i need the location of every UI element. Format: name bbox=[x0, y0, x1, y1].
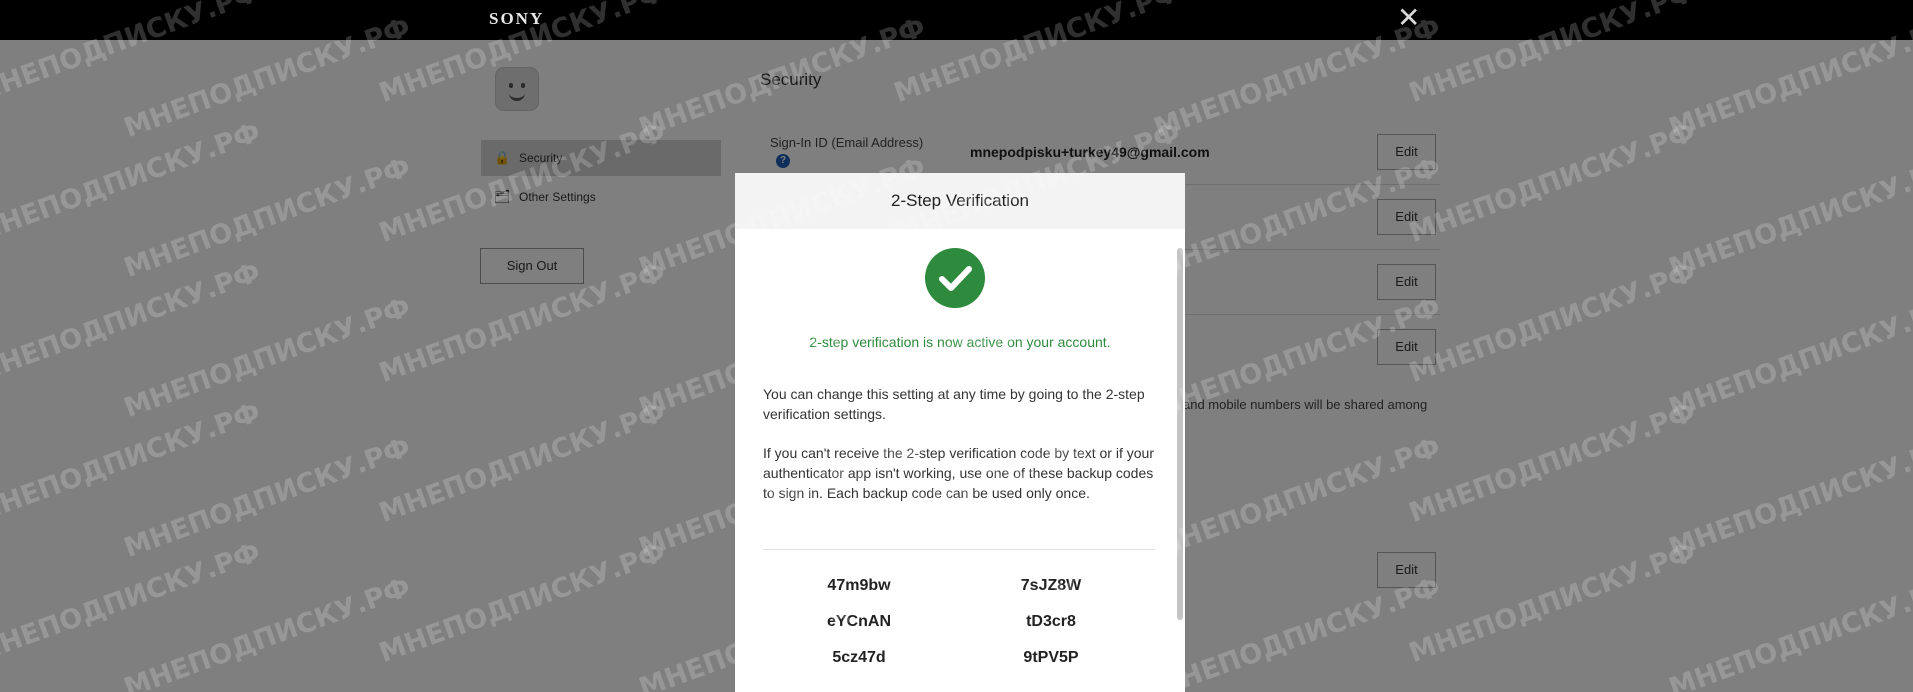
backup-code: 5cz47d bbox=[832, 649, 886, 666]
success-message: 2-step verification is now active on you… bbox=[809, 334, 1111, 350]
dialog-title: 2-Step Verification bbox=[735, 173, 1185, 229]
backup-code: 9tPV5P bbox=[1023, 649, 1079, 666]
settings-info-text: You can change this setting at any time … bbox=[763, 386, 1145, 422]
backup-code: eYCnAN bbox=[826, 613, 891, 630]
two-step-verification-dialog: 2-Step Verification 2-step verification … bbox=[735, 173, 1185, 692]
close-icon[interactable]: ✕ bbox=[1397, 4, 1420, 32]
sony-logo: SONY bbox=[489, 9, 545, 28]
success-check-icon bbox=[925, 248, 985, 308]
backup-codes-info-text: If you can't receive the 2-step verifica… bbox=[763, 445, 1154, 501]
backup-code: 47m9bw bbox=[827, 577, 891, 594]
top-bar: SONY ✕ bbox=[0, 0, 1913, 40]
backup-code: 7sJZ8W bbox=[1020, 577, 1082, 594]
backup-code: tD3cr8 bbox=[1026, 613, 1076, 630]
dialog-scrollbar[interactable] bbox=[1177, 248, 1183, 620]
codes-divider bbox=[763, 549, 1155, 550]
